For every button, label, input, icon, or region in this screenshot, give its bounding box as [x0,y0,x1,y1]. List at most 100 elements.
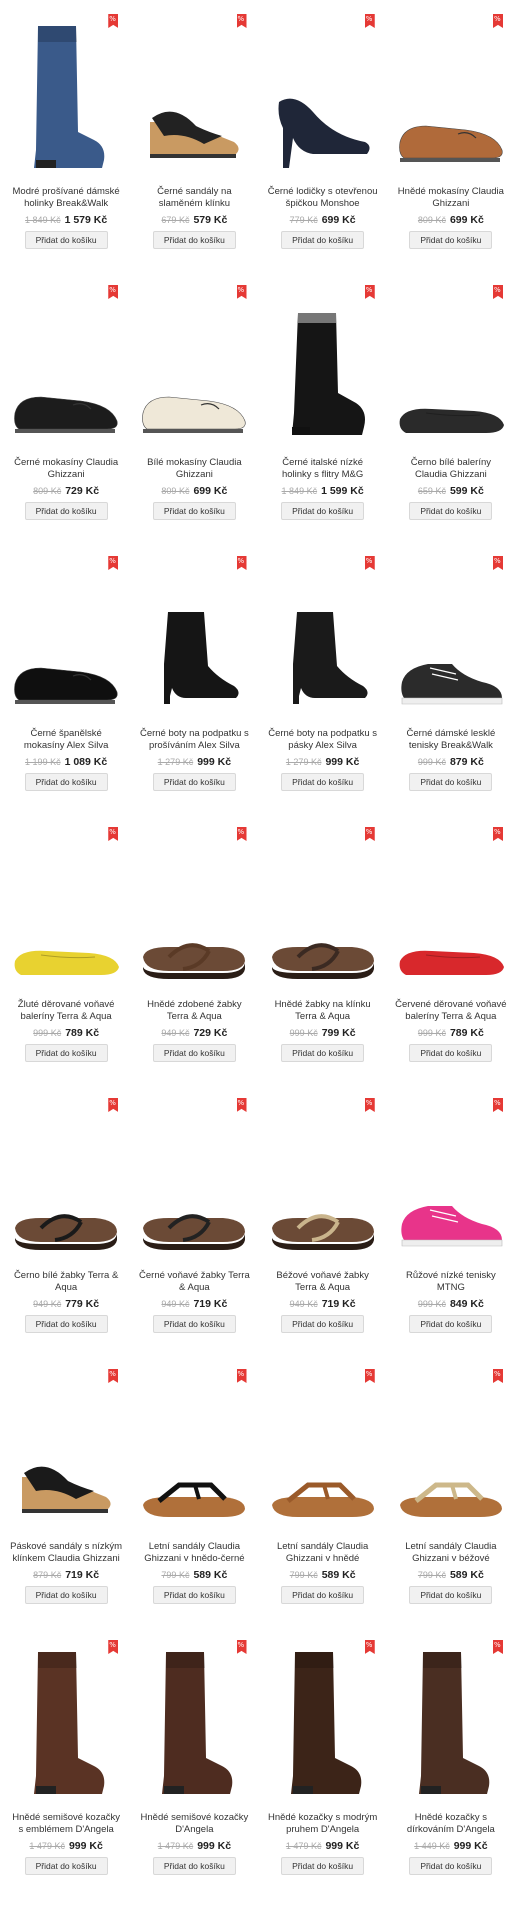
product-card[interactable]: Páskové sandály s nízkým klínkem Claudia… [4,1363,128,1634]
add-to-cart-button[interactable]: Přidat do košíku [281,1044,365,1062]
add-to-cart-button[interactable]: Přidat do košíku [409,1044,493,1062]
product-name[interactable]: Černé italské nízké holinky s flitry M&G [265,457,381,483]
product-name[interactable]: Letní sandály Claudia Ghizzani v béžové [393,1541,509,1567]
product-image[interactable] [8,285,124,453]
product-name[interactable]: Růžové nízké tenisky MTNG [393,1270,509,1296]
add-to-cart-button[interactable]: Přidat do košíku [152,773,236,791]
add-to-cart-button[interactable]: Přidat do košíku [24,773,108,791]
product-card[interactable]: Růžové nízké tenisky MTNG 999 Kč849 Kč Při… [389,1092,513,1363]
add-to-cart-button[interactable]: Přidat do košíku [24,1857,108,1875]
add-to-cart-button[interactable]: Přidat do košíku [409,1857,493,1875]
product-name[interactable]: Hnědé kozačky s modrým pruhem D'Angela [265,1812,381,1838]
product-name[interactable]: Letní sandály Claudia Ghizzani v hnědo-č… [136,1541,252,1567]
product-card[interactable]: Černé italské nízké holinky s flitry M&G… [261,279,385,550]
add-to-cart-button[interactable]: Přidat do košíku [24,1315,108,1333]
product-name[interactable]: Bílé mokasíny Claudia Ghizzani [136,457,252,483]
add-to-cart-button[interactable]: Přidat do košíku [24,1044,108,1062]
add-to-cart-button[interactable]: Přidat do košíku [152,1857,236,1875]
product-name[interactable]: Černé mokasíny Claudia Ghizzani [8,457,124,483]
add-to-cart-button[interactable]: Přidat do košíku [152,502,236,520]
product-name[interactable]: Černé lodičky s otevřenou špičkou Monsho… [265,186,381,212]
product-image[interactable] [265,556,381,724]
product-card[interactable]: Černé voňavé žabky Terra & Aqua 949 Kč719… [132,1092,256,1363]
add-to-cart-button[interactable]: Přidat do košíku [24,231,108,249]
product-image[interactable] [265,285,381,453]
product-image[interactable] [393,556,509,724]
product-name[interactable]: Páskové sandály s nízkým klínkem Claudia… [8,1541,124,1567]
product-card[interactable]: Letní sandály Claudia Ghizzani v hnědo-č… [132,1363,256,1634]
product-image[interactable] [265,1369,381,1537]
product-card[interactable]: Hnědé semišové kozačky D'Angela 1 479 Kč9… [132,1634,256,1905]
product-image[interactable] [265,1098,381,1266]
product-card[interactable]: Bílé mokasíny Claudia Ghizzani 809 Kč699 … [132,279,256,550]
product-name[interactable]: Hnědé kozačky s dírkováním D'Angela [393,1812,509,1838]
product-image[interactable] [136,556,252,724]
add-to-cart-button[interactable]: Přidat do košíku [281,773,365,791]
product-name[interactable]: Černé voňavé žabky Terra & Aqua [136,1270,252,1296]
add-to-cart-button[interactable]: Přidat do košíku [409,773,493,791]
product-card[interactable]: Hnědé zdobené žabky Terra & Aqua 949 Kč72… [132,821,256,1092]
product-image[interactable] [393,1098,509,1266]
product-name[interactable]: Hnědé zdobené žabky Terra & Aqua [136,999,252,1025]
product-name[interactable]: Černo bílé baleríny Claudia Ghizzani [393,457,509,483]
product-image[interactable] [136,1098,252,1266]
product-card[interactable]: Černé španělské mokasíny Alex Silva 1 199… [4,550,128,821]
product-name[interactable]: Černé boty na podpatku s pásky Alex Silv… [265,728,381,754]
product-name[interactable]: Červené děrované voňavé baleríny Terra &… [393,999,509,1025]
product-card[interactable]: Černé sandály na slaměném klínku 679 Kč57… [132,8,256,279]
product-image[interactable] [8,827,124,995]
product-card[interactable]: Černé boty na podpatku s prošíváním Alex… [132,550,256,821]
product-image[interactable] [136,14,252,182]
product-card[interactable]: Černé boty na podpatku s pásky Alex Silv… [261,550,385,821]
product-image[interactable] [8,14,124,182]
add-to-cart-button[interactable]: Přidat do košíku [152,231,236,249]
product-name[interactable]: Černé sandály na slaměném klínku [136,186,252,212]
product-image[interactable] [136,827,252,995]
product-image[interactable] [8,556,124,724]
product-image[interactable] [393,827,509,995]
product-card[interactable]: Hnědé kozačky s dírkováním D'Angela 1 449… [389,1634,513,1905]
product-card[interactable]: Hnědé kozačky s modrým pruhem D'Angela 1 … [261,1634,385,1905]
product-name[interactable]: Žluté děrované voňavé baleríny Terra & A… [8,999,124,1025]
product-card[interactable]: Černé lodičky s otevřenou špičkou Monsho… [261,8,385,279]
product-image[interactable] [393,1369,509,1537]
add-to-cart-button[interactable]: Přidat do košíku [281,502,365,520]
product-name[interactable]: Hnědé žabky na klínku Terra & Aqua [265,999,381,1025]
product-image[interactable] [136,285,252,453]
product-card[interactable]: Hnědé žabky na klínku Terra & Aqua 999 Kč… [261,821,385,1092]
product-card[interactable]: Černé mokasíny Claudia Ghizzani 809 Kč729… [4,279,128,550]
product-card[interactable]: Béžové voňavé žabky Terra & Aqua 949 Kč71… [261,1092,385,1363]
product-card[interactable]: Modré prošívané dámské holinky Break&Wal… [4,8,128,279]
add-to-cart-button[interactable]: Přidat do košíku [409,502,493,520]
product-card[interactable]: Černo bílé žabky Terra & Aqua 949 Kč779 K… [4,1092,128,1363]
add-to-cart-button[interactable]: Přidat do košíku [24,502,108,520]
product-image[interactable] [265,1640,381,1808]
product-card[interactable]: Hnědé semišové kozačky s emblémem D'Ange… [4,1634,128,1905]
product-name[interactable]: Hnědé semišové kozačky D'Angela [136,1812,252,1838]
product-name[interactable]: Černo bílé žabky Terra & Aqua [8,1270,124,1296]
add-to-cart-button[interactable]: Přidat do košíku [281,1586,365,1604]
product-image[interactable] [393,1640,509,1808]
product-card[interactable]: Černé dámské lesklé tenisky Break&Walk 99… [389,550,513,821]
product-image[interactable] [136,1369,252,1537]
add-to-cart-button[interactable]: Přidat do košíku [281,231,365,249]
add-to-cart-button[interactable]: Přidat do košíku [409,231,493,249]
product-card[interactable]: Letní sandály Claudia Ghizzani v hnědé 79… [261,1363,385,1634]
product-image[interactable] [265,827,381,995]
product-name[interactable]: Černé španělské mokasíny Alex Silva [8,728,124,754]
product-name[interactable]: Letní sandály Claudia Ghizzani v hnědé [265,1541,381,1567]
add-to-cart-button[interactable]: Přidat do košíku [24,1586,108,1604]
add-to-cart-button[interactable]: Přidat do košíku [152,1044,236,1062]
product-card[interactable]: Červené děrované voňavé baleríny Terra &… [389,821,513,1092]
product-image[interactable] [8,1369,124,1537]
add-to-cart-button[interactable]: Přidat do košíku [152,1315,236,1333]
add-to-cart-button[interactable]: Přidat do košíku [409,1586,493,1604]
product-image[interactable] [265,14,381,182]
product-card[interactable]: Letní sandály Claudia Ghizzani v béžové 7… [389,1363,513,1634]
product-image[interactable] [136,1640,252,1808]
add-to-cart-button[interactable]: Přidat do košíku [152,1586,236,1604]
product-image[interactable] [393,14,509,182]
product-image[interactable] [8,1098,124,1266]
product-name[interactable]: Béžové voňavé žabky Terra & Aqua [265,1270,381,1296]
add-to-cart-button[interactable]: Přidat do košíku [409,1315,493,1333]
